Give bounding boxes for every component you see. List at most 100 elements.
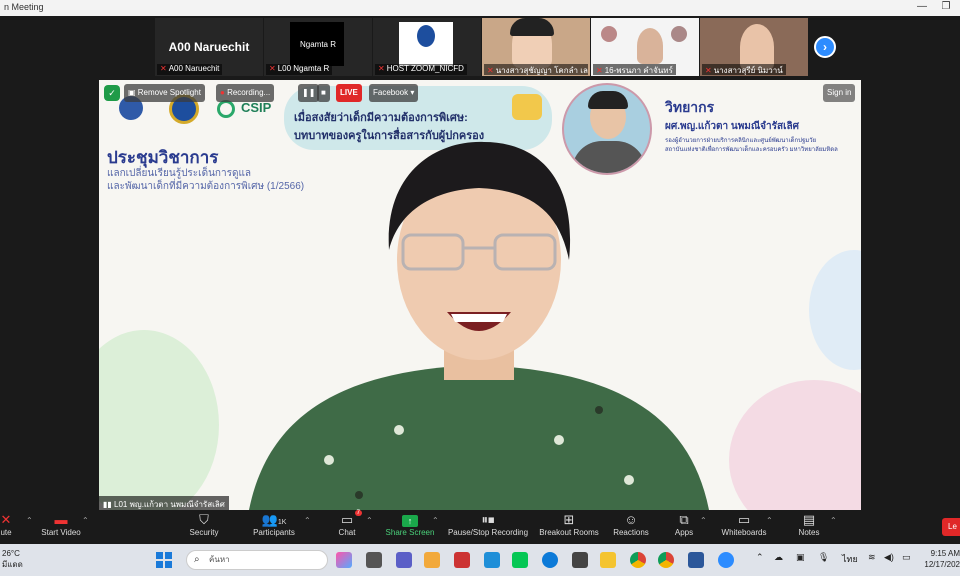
weather-text: มีแดด <box>2 560 23 569</box>
shield-icon: ⛉ <box>199 512 209 527</box>
notes-button[interactable]: ▤ Notes <box>794 512 824 537</box>
participant-name-display: Ngamta R <box>299 40 336 49</box>
stop-recording-button[interactable]: ■ <box>317 84 330 102</box>
app-icon[interactable] <box>454 552 470 568</box>
facebook-live-dropdown[interactable]: Facebook ▾ <box>369 84 419 102</box>
reactions-icon: ☺ <box>624 512 638 527</box>
sign-in-button[interactable]: Sign in <box>823 84 856 102</box>
taskbar-search-box[interactable]: ⌕ ค้นหา <box>186 550 328 570</box>
windows-start-icon[interactable] <box>156 552 172 568</box>
temperature-text: 26°C <box>2 549 20 558</box>
chevron-up-icon[interactable]: ⌃ <box>82 516 89 525</box>
chevron-up-icon[interactable]: ⌃ <box>756 552 764 563</box>
chevron-up-icon[interactable]: ⌃ <box>366 516 373 525</box>
copilot-icon[interactable] <box>336 552 352 568</box>
recording-indicator: ● Recording... <box>216 84 275 102</box>
share-screen-button[interactable]: ↑ Share Screen <box>384 512 436 537</box>
security-button[interactable]: ⛉ Security <box>184 512 224 537</box>
share-screen-icon: ↑ <box>384 512 436 528</box>
breakout-rooms-button[interactable]: ⊞ Breakout Rooms <box>538 512 600 537</box>
window-title: n Meeting <box>4 2 44 12</box>
speaker-name-label: ▮▮ L01 พญ.แก้วตา นพมณีจำรัสเลิศ <box>99 496 229 510</box>
participant-logo <box>399 22 453 66</box>
task-view-icon[interactable] <box>366 552 382 568</box>
whiteboards-button[interactable]: ▭ Whiteboards <box>718 512 770 537</box>
minimize-icon[interactable]: — <box>910 1 934 12</box>
pause-stop-icon: ⏸⏹ <box>481 512 495 527</box>
start-video-button[interactable]: ▬ Start Video <box>38 512 84 537</box>
app-icon[interactable] <box>572 552 588 568</box>
edge-icon[interactable] <box>542 552 558 568</box>
participant-tile[interactable]: ✕ นางสาวสุรีย์ นิมวาน์ <box>700 18 808 76</box>
muted-mic-icon: ✕ <box>596 66 603 75</box>
chevron-up-icon[interactable]: ⌃ <box>766 516 773 525</box>
weather-widget[interactable]: 26°C มีแดด <box>2 548 23 570</box>
clock-time: 9:15 AM <box>930 549 960 558</box>
shield-icon[interactable]: ✓ <box>104 85 120 101</box>
participants-button[interactable]: 👥1K Participants <box>248 512 300 537</box>
muted-mic-icon: ✕ <box>378 64 385 73</box>
app-icon[interactable] <box>484 552 500 568</box>
participant-name-display: A00 Naruechit <box>168 40 250 54</box>
os-taskbar: 26°C มีแดด ⌕ ค้นหา ⌃ ☁ ▣ 🎙 ไทย ≋ ◀) ▭ 9:… <box>0 544 960 576</box>
zoom-icon[interactable] <box>718 552 734 568</box>
mic-icon[interactable]: 🎙 <box>818 552 829 563</box>
participant-label: ✕ นางสาวสุรีย์ นิมวาน์ <box>702 64 786 75</box>
muted-mic-icon: ✕ <box>269 64 276 73</box>
battery-icon[interactable]: ▭ <box>902 552 911 563</box>
next-page-button[interactable]: › <box>814 36 836 58</box>
notes-icon: ▤ <box>802 512 816 527</box>
chevron-up-icon[interactable]: ⌃ <box>700 516 707 525</box>
main-video-stage[interactable]: CSIP เมื่อสงสัยว่าเด็กมีความต้องการพิเศษ… <box>99 80 861 510</box>
mute-button[interactable]: ✕ ute <box>0 512 20 537</box>
participant-tile[interactable]: ✕ 16-พรนภา คำจันทร์ <box>591 18 699 76</box>
whiteboard-icon: ▭ <box>737 512 751 527</box>
gallery-strip: A00 Naruechit ✕ A00 Naruechit Ngamta R ✕ L… <box>0 16 960 80</box>
participant-tile[interactable]: ✕ HOST ZOOM_NICFD <box>373 18 481 76</box>
title-bar: n Meeting — ❐ <box>0 0 960 16</box>
search-icon: ⌕ <box>194 554 200 565</box>
leave-button[interactable]: Le <box>942 518 960 536</box>
chevron-up-icon[interactable]: ⌃ <box>304 516 311 525</box>
live-badge: LIVE <box>336 84 362 102</box>
app-tray-icon[interactable]: ▣ <box>796 552 805 563</box>
muted-mic-icon: ✕ <box>487 66 494 75</box>
participant-label: ✕ HOST ZOOM_NICFD <box>375 64 467 75</box>
participant-tile[interactable]: Ngamta R ✕ L00 Ngamta R <box>264 18 372 76</box>
chrome-icon[interactable] <box>630 552 646 568</box>
teams-icon[interactable] <box>396 552 412 568</box>
recording-dot-icon: ● <box>220 88 228 97</box>
breakout-rooms-icon: ⊞ <box>563 512 575 527</box>
volume-icon[interactable]: ◀) <box>884 552 894 563</box>
reactions-button[interactable]: ☺ Reactions <box>610 512 652 537</box>
chevron-up-icon[interactable]: ⌃ <box>26 516 33 525</box>
maximize-icon[interactable]: ❐ <box>934 1 958 12</box>
chevron-up-icon[interactable]: ⌃ <box>432 516 439 525</box>
apps-button[interactable]: ⧉ Apps <box>670 512 698 537</box>
participant-video <box>637 28 663 64</box>
participant-tile[interactable]: ✕ นางสาวสุชัญญา โคกลำ เล... <box>482 18 590 76</box>
taskbar-clock[interactable]: 9:15 AM 12/17/202 <box>922 548 960 570</box>
app-icon[interactable] <box>424 552 440 568</box>
participant-label: ✕ L00 Ngamta R <box>266 64 333 75</box>
meeting-toolbar: ✕ ute ⌃ ▬ Start Video ⌃ ⛉ Security 👥1K P… <box>0 510 960 544</box>
mic-muted-icon: ✕ <box>0 512 12 527</box>
clock-date: 12/17/202 <box>924 560 960 569</box>
chat-button[interactable]: ▭ 7 Chat <box>330 510 364 537</box>
participant-label: ✕ 16-พรนภา คำจันทร์ <box>593 64 676 75</box>
chevron-up-icon[interactable]: ⌃ <box>830 516 837 525</box>
university-seal-icon <box>417 25 435 47</box>
remove-spotlight-button[interactable]: ▣ Remove Spotlight <box>124 84 205 102</box>
word-icon[interactable] <box>688 552 704 568</box>
pause-stop-recording-button[interactable]: ⏸⏹ Pause/Stop Recording <box>446 512 530 537</box>
chevron-down-icon: ▾ <box>410 88 415 97</box>
language-indicator[interactable]: ไทย <box>842 552 858 566</box>
chrome-icon[interactable] <box>658 552 674 568</box>
chat-unread-badge: 7 <box>354 510 362 516</box>
video-off-icon: ▬ <box>54 512 68 527</box>
wifi-icon[interactable]: ≋ <box>868 552 876 563</box>
line-icon[interactable] <box>512 552 528 568</box>
cloud-icon[interactable]: ☁ <box>774 552 783 563</box>
participant-tile[interactable]: A00 Naruechit ✕ A00 Naruechit <box>155 18 263 76</box>
file-explorer-icon[interactable] <box>600 552 616 568</box>
